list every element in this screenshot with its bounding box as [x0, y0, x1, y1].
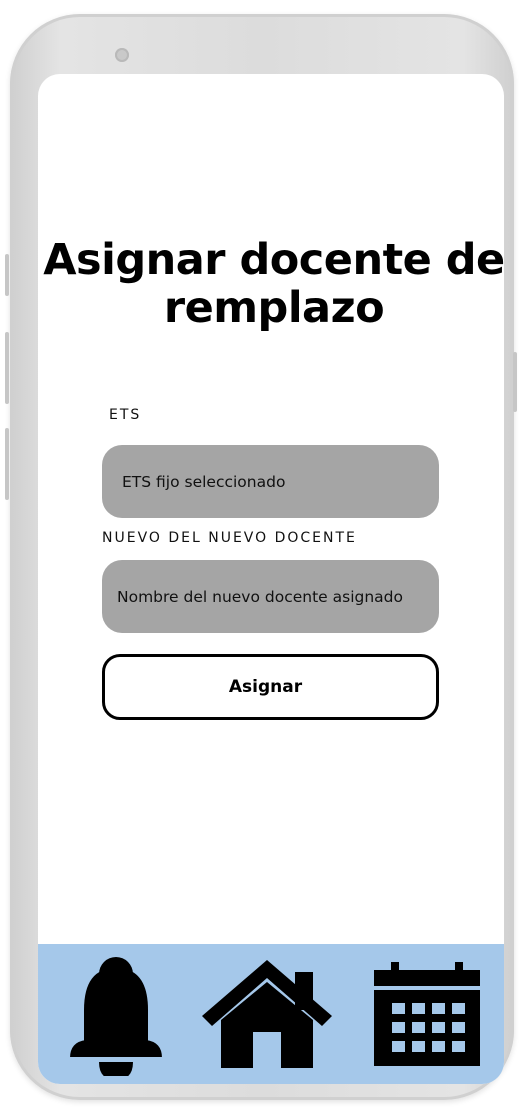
docente-field-value: Nombre del nuevo docente asignado [117, 587, 403, 606]
ets-field[interactable]: ETS fijo seleccionado [102, 445, 439, 518]
side-button-volume-down [5, 428, 9, 500]
phone-frame: Asignar docente de remplazo ETS ETS fijo… [5, 14, 517, 1100]
ets-field-value: ETS fijo seleccionado [122, 472, 286, 491]
page-title: Asignar docente de remplazo [43, 235, 504, 333]
assign-button[interactable]: Asignar [102, 654, 439, 720]
side-button-power [513, 352, 517, 412]
assign-button-label: Asignar [228, 677, 303, 697]
docente-label: NUEVO DEL NUEVO DOCENTE [102, 530, 357, 546]
bell-icon[interactable] [68, 954, 164, 1076]
ets-label: ETS [109, 407, 142, 423]
side-button-top [5, 254, 9, 296]
docente-field[interactable]: Nombre del nuevo docente asignado [102, 560, 439, 633]
camera-icon [115, 48, 129, 62]
app-screen: Asignar docente de remplazo ETS ETS fijo… [38, 74, 504, 1084]
home-icon[interactable] [201, 958, 333, 1070]
side-button-volume-up [5, 332, 9, 404]
calendar-icon[interactable] [374, 962, 482, 1068]
bottom-nav [38, 944, 504, 1084]
